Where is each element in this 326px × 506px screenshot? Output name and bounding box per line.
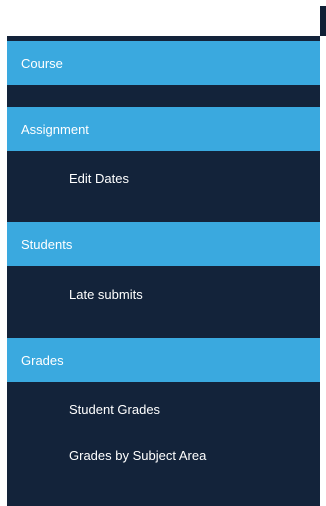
sidebar-section-label: Students — [21, 236, 73, 252]
sidebar-section-course[interactable]: Course — [7, 41, 320, 85]
sidebar-item-label: Grades by Subject Area — [69, 447, 207, 463]
sidebar-section-label: Assignment — [21, 121, 89, 137]
sidebar-section-grades[interactable]: Grades — [7, 338, 320, 382]
top-strip — [0, 0, 326, 36]
sidebar-item-label: Late submits — [69, 286, 143, 302]
sidebar-item-grades-by-subject-area[interactable]: Grades by Subject Area — [7, 433, 320, 477]
sidebar-section-label: Course — [21, 55, 63, 71]
sidebar-section-assignment[interactable]: Assignment — [7, 107, 320, 151]
sidebar-item-late-submits[interactable]: Late submits — [7, 272, 320, 316]
sidebar-section-students[interactable]: Students — [7, 222, 320, 266]
sidebar-item-edit-dates[interactable]: Edit Dates — [7, 156, 320, 200]
sidebar-item-label: Edit Dates — [69, 170, 129, 186]
sidebar-item-student-grades[interactable]: Student Grades — [7, 387, 320, 431]
sidebar-item-label: Student Grades — [69, 401, 161, 417]
sidebar-nav: Course Assignment Edit Dates Students La… — [7, 36, 320, 506]
sidebar-section-label: Grades — [21, 352, 64, 368]
top-right-edge — [320, 6, 326, 36]
